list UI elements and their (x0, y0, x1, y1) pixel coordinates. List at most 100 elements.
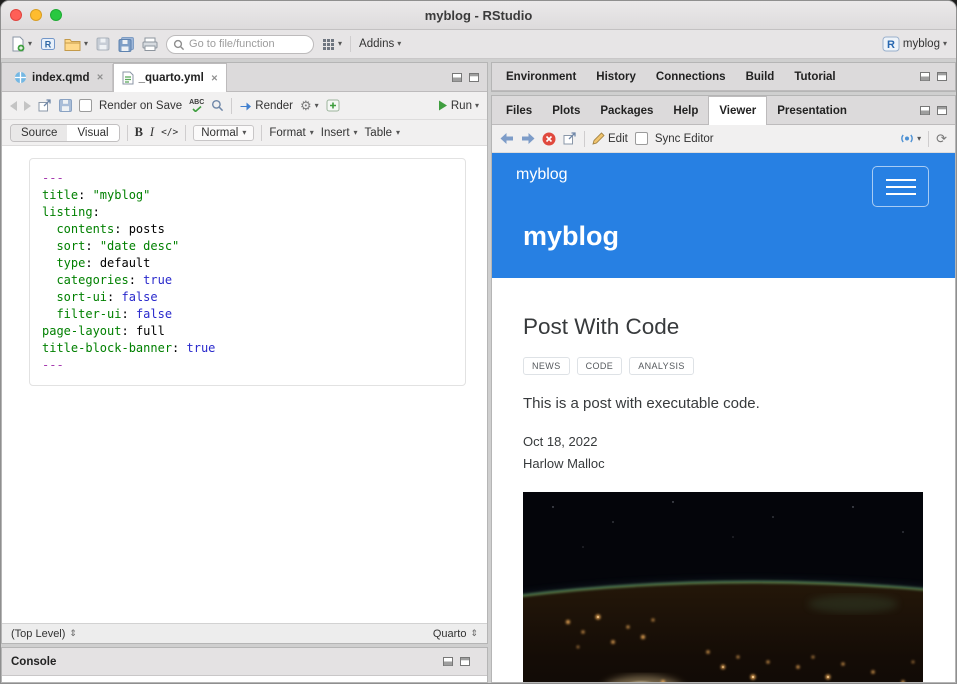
source-mode-button[interactable]: Source (11, 125, 67, 141)
yaml-line: --- (42, 170, 453, 187)
print-button[interactable] (142, 37, 158, 51)
hamburger-menu-button[interactable] (872, 166, 929, 207)
sync-editor-checkbox[interactable] (635, 132, 648, 145)
insert-menu[interactable]: Insert ▾ (321, 127, 358, 139)
run-icon (438, 100, 448, 111)
back-icon[interactable] (10, 101, 17, 111)
render-button[interactable]: Render (239, 100, 293, 112)
pane-layout-button[interactable]: ▾ (322, 38, 342, 51)
edit-button[interactable]: Edit (592, 132, 628, 145)
save-all-icon (118, 37, 134, 52)
goto-file-input[interactable] (166, 35, 314, 54)
forward-icon[interactable] (521, 133, 535, 144)
refresh-icon[interactable]: ⟳ (936, 132, 947, 145)
right-column: Environment History Connections Build Tu… (491, 62, 956, 683)
minimize-pane-icon[interactable] (920, 72, 930, 81)
save-button[interactable] (96, 37, 110, 51)
category-badge[interactable]: CODE (577, 357, 623, 375)
updown-icon: ⇕ (470, 628, 478, 639)
console-title: Console (11, 656, 56, 668)
close-window-button[interactable] (10, 9, 22, 21)
stop-icon[interactable] (542, 132, 556, 146)
filetype-selector[interactable]: Quarto ⇕ (433, 628, 478, 640)
maximize-pane-icon[interactable] (460, 657, 470, 666)
minimize-pane-icon[interactable] (443, 657, 453, 666)
visual-mode-button[interactable]: Visual (67, 125, 118, 141)
pane-buttons (435, 648, 478, 675)
tab-quarto-yml[interactable]: _quarto.yml ✕ (113, 63, 227, 92)
yaml-line: categories: true (42, 272, 453, 289)
close-tab-icon[interactable]: ✕ (211, 73, 218, 84)
tab-plots[interactable]: Plots (542, 97, 590, 124)
popout-icon[interactable] (563, 132, 577, 145)
maximize-pane-icon[interactable] (937, 72, 947, 81)
caret-down-icon: ▾ (917, 135, 921, 143)
save-all-button[interactable] (118, 37, 134, 52)
category-badge[interactable]: NEWS (523, 357, 570, 375)
maximize-pane-icon[interactable] (469, 73, 479, 82)
console-body[interactable] (2, 676, 487, 682)
post-meta: Oct 18, 2022 Harlow Malloc (523, 431, 955, 475)
open-file-button[interactable]: ▾ (64, 37, 88, 51)
tab-build[interactable]: Build (736, 63, 785, 90)
tab-index-qmd[interactable]: index.qmd ✕ (6, 64, 113, 91)
forward-icon[interactable] (24, 101, 31, 111)
traffic-lights (10, 9, 62, 21)
popout-icon[interactable] (38, 99, 52, 112)
italic-button[interactable]: I (150, 125, 154, 140)
tab-tutorial[interactable]: Tutorial (784, 63, 845, 90)
insert-chunk-icon[interactable] (326, 99, 340, 112)
table-menu[interactable]: Table ▾ (365, 127, 401, 139)
addins-button[interactable]: Addins ▾ (359, 38, 401, 50)
pane-buttons (444, 64, 487, 91)
tab-presentation[interactable]: Presentation (767, 97, 857, 124)
project-menu-button[interactable]: R myblog ▾ (882, 36, 947, 52)
category-badge[interactable]: ANALYSIS (629, 357, 694, 375)
yaml-block[interactable]: ---title: "myblog"listing: contents: pos… (29, 158, 466, 386)
render-on-save-checkbox[interactable] (79, 99, 92, 112)
maximize-pane-icon[interactable] (937, 106, 947, 115)
main-toolbar: ▾ R ▾ ▾ Ad (1, 30, 956, 59)
tab-environment[interactable]: Environment (496, 63, 586, 90)
minimize-pane-icon[interactable] (452, 73, 462, 82)
tab-label: index.qmd (32, 72, 90, 84)
caret-down-icon: ▾ (475, 102, 479, 110)
spellcheck-icon[interactable]: ABC (189, 99, 204, 112)
render-options-button[interactable]: ⚙ ▾ (300, 99, 319, 112)
svg-text:R: R (887, 39, 895, 51)
quarto-file-icon (14, 71, 27, 84)
search-icon[interactable] (211, 99, 224, 112)
close-tab-icon[interactable]: ✕ (97, 72, 104, 83)
back-icon[interactable] (500, 133, 514, 144)
zoom-window-button[interactable] (50, 9, 62, 21)
blog-brand-link[interactable]: myblog (516, 166, 568, 184)
format-menu[interactable]: Format ▾ (269, 127, 313, 139)
run-label: Run (451, 100, 472, 112)
tab-packages[interactable]: Packages (590, 97, 663, 124)
save-icon[interactable] (59, 99, 72, 112)
tab-files[interactable]: Files (496, 97, 542, 124)
new-project-icon: R (40, 36, 56, 52)
render-on-save-label: Render on Save (99, 100, 182, 112)
console-header[interactable]: Console (2, 648, 487, 676)
minimize-pane-icon[interactable] (920, 106, 930, 115)
run-button[interactable]: Run ▾ (438, 100, 479, 112)
bold-button[interactable]: B (135, 125, 143, 140)
yaml-line: type: default (42, 255, 453, 272)
new-project-button[interactable]: R (40, 36, 56, 52)
yaml-line: contents: posts (42, 221, 453, 238)
tab-history[interactable]: History (586, 63, 646, 90)
viewer-pane: Files Plots Packages Help Viewer Present… (491, 95, 956, 683)
minimize-window-button[interactable] (30, 9, 42, 21)
code-button[interactable]: </> (161, 127, 178, 138)
paragraph-style-dropdown[interactable]: Normal ▾ (193, 125, 254, 141)
tab-help[interactable]: Help (663, 97, 708, 124)
new-file-button[interactable]: ▾ (10, 36, 32, 52)
filetype-label: Quarto (433, 628, 467, 640)
tab-viewer[interactable]: Viewer (708, 96, 767, 125)
editor-toolbar: Render on Save ABC Render ⚙ ▾ (2, 92, 487, 120)
scope-selector[interactable]: (Top Level) ⇕ (11, 628, 77, 640)
tab-connections[interactable]: Connections (646, 63, 736, 90)
rstudio-window: myblog - RStudio ▾ R ▾ (0, 0, 957, 684)
publish-button[interactable]: ▾ (900, 132, 921, 145)
